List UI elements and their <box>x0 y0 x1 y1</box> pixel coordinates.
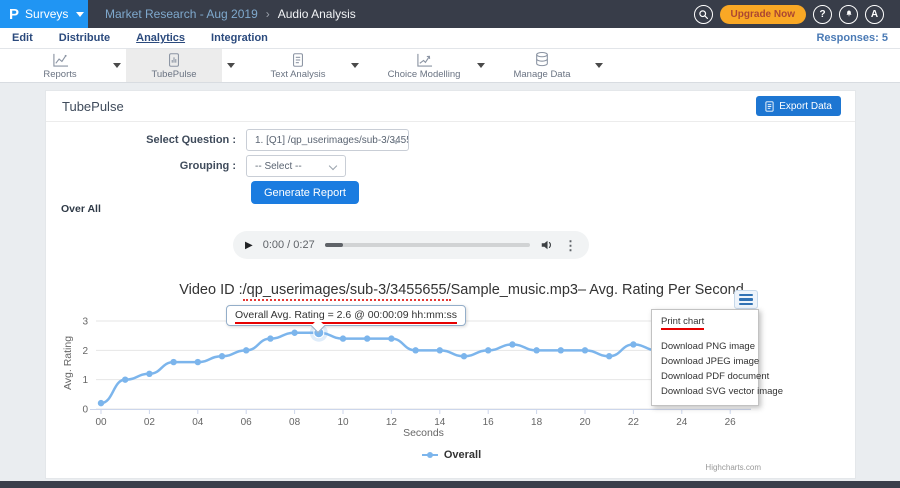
question-mark-icon: ? <box>819 9 825 20</box>
search-button[interactable] <box>694 5 713 24</box>
grouping-label: Grouping : <box>56 160 236 172</box>
legend-label: Overall <box>444 449 481 461</box>
bottom-strip <box>0 481 900 488</box>
toolbar-tubepulse-caret[interactable] <box>222 49 240 82</box>
hamburger-icon <box>739 303 753 306</box>
toolbar-manage-data-caret[interactable] <box>590 49 608 82</box>
caret-down-icon <box>113 63 121 68</box>
chart-container: Video ID :/qp_userimages/sub-3/3455655/S… <box>46 269 857 480</box>
chart-tooltip: Overall Avg. Rating = 2.6 @ 00:00:09 hh:… <box>226 305 466 326</box>
chart-export-menu: Print chart Download PNG image Download … <box>651 309 759 406</box>
upgrade-now-button[interactable]: Upgrade Now <box>720 5 806 24</box>
hamburger-icon <box>739 298 753 301</box>
speaker-icon <box>540 238 554 252</box>
line-chart-icon <box>51 51 70 68</box>
toolbar-reports-caret[interactable] <box>108 49 126 82</box>
nav-distribute[interactable]: Distribute <box>59 32 110 44</box>
player-time: 0:00 / 0:27 <box>263 239 315 251</box>
topbar-actions: Upgrade Now ? A <box>694 5 900 24</box>
breadcrumb: Market Research - Aug 2019 › Audio Analy… <box>105 7 356 21</box>
tubepulse-icon <box>166 51 182 68</box>
select-question-label: Select Question : <box>56 134 236 146</box>
svg-text:3: 3 <box>82 317 88 328</box>
menu-download-png[interactable]: Download PNG image <box>652 339 758 354</box>
legend-item-overall[interactable]: Overall <box>46 449 857 461</box>
responses-count: Responses: 5 <box>816 32 888 44</box>
volume-button[interactable] <box>540 238 554 252</box>
player-seek-bar[interactable] <box>325 243 530 247</box>
chart-context-menu-button[interactable] <box>734 290 758 309</box>
legend-marker-icon <box>422 454 438 456</box>
search-icon <box>698 9 709 20</box>
survey-nav: Edit Distribute Analytics Integration Re… <box>0 28 900 49</box>
chevron-down-icon <box>329 162 337 170</box>
player-seek-thumb[interactable] <box>325 243 343 247</box>
surveys-menu[interactable]: P Surveys <box>0 0 88 28</box>
bell-icon <box>844 9 854 19</box>
player-menu-button[interactable]: ⋮ <box>564 239 577 252</box>
menu-download-jpeg[interactable]: Download JPEG image <box>652 354 758 369</box>
tooltip-text: Overall Avg. Rating = 2.6 @ 00:00:09 hh:… <box>235 309 457 324</box>
generate-report-button[interactable]: Generate Report <box>251 181 359 204</box>
toolbar-reports[interactable]: Reports <box>12 49 108 82</box>
y-axis-title: Avg. Rating <box>62 323 74 403</box>
analytics-toolbar: Reports TubePulse Text Analysis <box>0 49 900 83</box>
play-button[interactable]: ▶ <box>245 240 253 251</box>
avatar[interactable]: A <box>865 5 884 24</box>
surveys-menu-label: Surveys <box>25 7 68 21</box>
breadcrumb-survey-name[interactable]: Market Research - Aug 2019 <box>105 7 258 21</box>
toolbar-text-analysis[interactable]: Text Analysis <box>250 49 346 82</box>
menu-download-svg[interactable]: Download SVG vector image <box>652 384 758 399</box>
caret-down-icon <box>227 63 235 68</box>
toolbar-text-analysis-label: Text Analysis <box>271 69 326 80</box>
caret-down-icon <box>477 63 485 68</box>
svg-text:1: 1 <box>82 375 88 386</box>
highcharts-credit[interactable]: Highcharts.com <box>705 463 761 472</box>
toolbar-reports-label: Reports <box>43 69 76 80</box>
nav-analytics[interactable]: Analytics <box>136 32 185 44</box>
toolbar-tubepulse-label: TubePulse <box>151 69 196 80</box>
grouping-value: -- Select -- <box>255 161 302 172</box>
hamburger-icon <box>739 294 753 297</box>
caret-down-icon <box>595 63 603 68</box>
toolbar-text-analysis-caret[interactable] <box>346 49 364 82</box>
breadcrumb-separator-icon: › <box>266 7 270 21</box>
toolbar-choice-modelling-caret[interactable] <box>472 49 490 82</box>
toolbar-manage-data-label: Manage Data <box>513 69 570 80</box>
x-axis-title: Seconds <box>96 427 751 439</box>
help-button[interactable]: ? <box>813 5 832 24</box>
notifications-button[interactable] <box>839 5 858 24</box>
database-icon <box>534 51 550 68</box>
nav-edit[interactable]: Edit <box>12 32 33 44</box>
toolbar-tubepulse[interactable]: TubePulse <box>126 49 222 82</box>
toolbar-choice-modelling[interactable]: Choice Modelling <box>376 49 472 82</box>
export-file-icon <box>765 101 774 112</box>
text-document-icon <box>290 51 306 68</box>
panel-title: TubePulse <box>62 99 124 114</box>
nav-integration[interactable]: Integration <box>211 32 268 44</box>
svg-text:2: 2 <box>82 346 88 357</box>
menu-print-chart[interactable]: Print chart <box>652 314 758 329</box>
toolbar-manage-data[interactable]: Manage Data <box>494 49 590 82</box>
select-question-value: 1. [Q1] /qp_userimages/sub-3/3455655/S..… <box>255 135 409 146</box>
overall-section-label: Over All <box>61 203 101 215</box>
export-data-label: Export Data <box>779 101 832 112</box>
menu-download-pdf[interactable]: Download PDF document <box>652 369 758 384</box>
audio-player: ▶ 0:00 / 0:27 ⋮ <box>233 231 589 259</box>
chevron-down-icon <box>76 12 84 17</box>
export-data-button[interactable]: Export Data <box>756 96 841 116</box>
divider <box>46 121 855 122</box>
chart-trend-icon <box>415 51 434 68</box>
menu-separator <box>652 329 758 339</box>
top-bar: P Surveys Market Research - Aug 2019 › A… <box>0 0 900 28</box>
grouping-dropdown[interactable]: -- Select -- <box>246 155 346 177</box>
svg-text:0: 0 <box>82 405 88 416</box>
caret-down-icon <box>351 63 359 68</box>
select-question-dropdown[interactable]: 1. [Q1] /qp_userimages/sub-3/3455655/S..… <box>246 129 409 151</box>
tubepulse-panel: TubePulse Export Data Select Question : … <box>45 90 856 479</box>
toolbar-choice-modelling-label: Choice Modelling <box>388 69 461 80</box>
questionpro-logo: P <box>9 7 19 22</box>
breadcrumb-current-page: Audio Analysis <box>278 7 356 21</box>
